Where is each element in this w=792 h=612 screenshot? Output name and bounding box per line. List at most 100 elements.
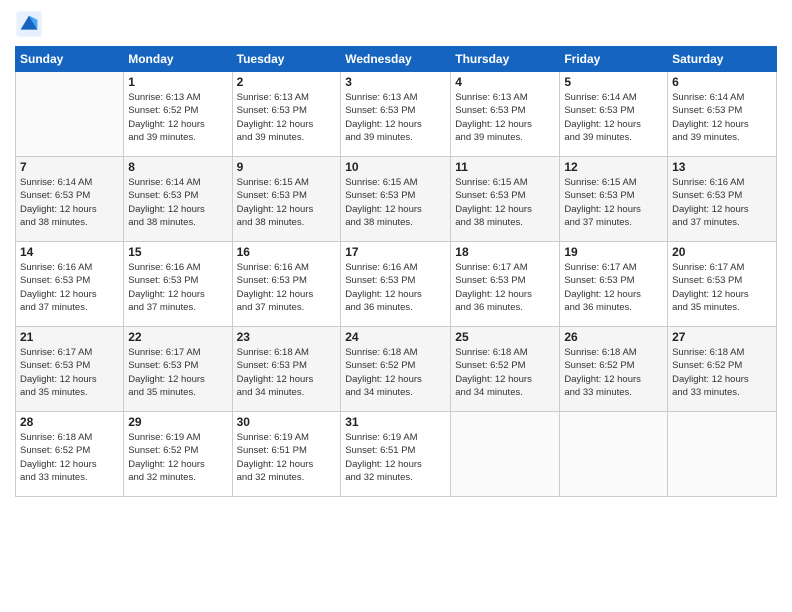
- day-number: 3: [345, 75, 446, 89]
- day-info: Sunrise: 6:17 AMSunset: 6:53 PMDaylight:…: [672, 261, 772, 314]
- calendar-cell: 29 Sunrise: 6:19 AMSunset: 6:52 PMDayligh…: [124, 412, 232, 497]
- weekday-header-friday: Friday: [560, 47, 668, 72]
- day-number: 9: [237, 160, 337, 174]
- day-info: Sunrise: 6:17 AMSunset: 6:53 PMDaylight:…: [455, 261, 555, 314]
- day-info: Sunrise: 6:19 AMSunset: 6:51 PMDaylight:…: [237, 431, 337, 484]
- calendar-header-row: SundayMondayTuesdayWednesdayThursdayFrid…: [16, 47, 777, 72]
- logo-icon: [15, 10, 43, 38]
- day-number: 8: [128, 160, 227, 174]
- calendar-cell: 24Sunrise: 6:18 AMSunset: 6:52 PMDayligh…: [341, 327, 451, 412]
- day-number: 18: [455, 245, 555, 259]
- weekday-header-thursday: Thursday: [451, 47, 560, 72]
- calendar-cell: 22 Sunrise: 6:17 AMSunset: 6:53 PMDayligh…: [124, 327, 232, 412]
- day-number: 14: [20, 245, 119, 259]
- calendar-cell: 4 Sunrise: 6:13 AMSunset: 6:53 PMDaylight…: [451, 72, 560, 157]
- day-info: Sunrise: 6:14 AMSunset: 6:53 PMDaylight:…: [564, 91, 663, 144]
- day-number: 29: [128, 415, 227, 429]
- day-number: 27: [672, 330, 772, 344]
- day-info: Sunrise: 6:19 AMSunset: 6:52 PMDaylight:…: [128, 431, 227, 484]
- calendar-week-row: 21 Sunrise: 6:17 AMSunset: 6:53 PMDayligh…: [16, 327, 777, 412]
- logo: [15, 10, 47, 38]
- calendar-cell: 30 Sunrise: 6:19 AMSunset: 6:51 PMDayligh…: [232, 412, 341, 497]
- weekday-header-tuesday: Tuesday: [232, 47, 341, 72]
- weekday-header-wednesday: Wednesday: [341, 47, 451, 72]
- calendar-cell: [560, 412, 668, 497]
- day-number: 7: [20, 160, 119, 174]
- calendar-cell: 14 Sunrise: 6:16 AMSunset: 6:53 PMDayligh…: [16, 242, 124, 327]
- day-number: 11: [455, 160, 555, 174]
- day-info: Sunrise: 6:13 AMSunset: 6:53 PMDaylight:…: [345, 91, 446, 144]
- day-info: Sunrise: 6:15 AMSunset: 6:53 PMDaylight:…: [345, 176, 446, 229]
- day-info: Sunrise: 6:18 AMSunset: 6:52 PMDaylight:…: [20, 431, 119, 484]
- day-info: Sunrise: 6:16 AMSunset: 6:53 PMDaylight:…: [237, 261, 337, 314]
- day-number: 21: [20, 330, 119, 344]
- day-info: Sunrise: 6:18 AMSunset: 6:52 PMDaylight:…: [455, 346, 555, 399]
- calendar-cell: 12 Sunrise: 6:15 AMSunset: 6:53 PMDayligh…: [560, 157, 668, 242]
- calendar-cell: 16Sunrise: 6:16 AMSunset: 6:53 PMDayligh…: [232, 242, 341, 327]
- calendar-cell: 13Sunrise: 6:16 AMSunset: 6:53 PMDayligh…: [668, 157, 777, 242]
- day-info: Sunrise: 6:14 AMSunset: 6:53 PMDaylight:…: [672, 91, 772, 144]
- day-number: 19: [564, 245, 663, 259]
- day-number: 12: [564, 160, 663, 174]
- day-number: 28: [20, 415, 119, 429]
- calendar-week-row: 7 Sunrise: 6:14 AMSunset: 6:53 PMDaylight…: [16, 157, 777, 242]
- day-info: Sunrise: 6:18 AMSunset: 6:52 PMDaylight:…: [345, 346, 446, 399]
- calendar-cell: 31 Sunrise: 6:19 AMSunset: 6:51 PMDayligh…: [341, 412, 451, 497]
- calendar-cell: 27 Sunrise: 6:18 AMSunset: 6:52 PMDayligh…: [668, 327, 777, 412]
- day-number: 10: [345, 160, 446, 174]
- calendar-cell: 15Sunrise: 6:16 AMSunset: 6:53 PMDayligh…: [124, 242, 232, 327]
- day-number: 15: [128, 245, 227, 259]
- calendar-cell: 6Sunrise: 6:14 AMSunset: 6:53 PMDaylight…: [668, 72, 777, 157]
- calendar-cell: 9 Sunrise: 6:15 AMSunset: 6:53 PMDaylight…: [232, 157, 341, 242]
- day-info: Sunrise: 6:14 AMSunset: 6:53 PMDaylight:…: [128, 176, 227, 229]
- calendar-cell: 8 Sunrise: 6:14 AMSunset: 6:53 PMDaylight…: [124, 157, 232, 242]
- weekday-header-saturday: Saturday: [668, 47, 777, 72]
- weekday-header-monday: Monday: [124, 47, 232, 72]
- calendar-cell: [668, 412, 777, 497]
- day-info: Sunrise: 6:16 AMSunset: 6:53 PMDaylight:…: [20, 261, 119, 314]
- day-number: 23: [237, 330, 337, 344]
- calendar-cell: 26 Sunrise: 6:18 AMSunset: 6:52 PMDayligh…: [560, 327, 668, 412]
- calendar-week-row: 1 Sunrise: 6:13 AMSunset: 6:52 PMDaylight…: [16, 72, 777, 157]
- calendar-week-row: 28 Sunrise: 6:18 AMSunset: 6:52 PMDayligh…: [16, 412, 777, 497]
- day-info: Sunrise: 6:17 AMSunset: 6:53 PMDaylight:…: [20, 346, 119, 399]
- calendar-week-row: 14 Sunrise: 6:16 AMSunset: 6:53 PMDayligh…: [16, 242, 777, 327]
- calendar-cell: 5Sunrise: 6:14 AMSunset: 6:53 PMDaylight…: [560, 72, 668, 157]
- day-info: Sunrise: 6:14 AMSunset: 6:53 PMDaylight:…: [20, 176, 119, 229]
- day-number: 25: [455, 330, 555, 344]
- day-info: Sunrise: 6:15 AMSunset: 6:53 PMDaylight:…: [564, 176, 663, 229]
- day-info: Sunrise: 6:13 AMSunset: 6:53 PMDaylight:…: [455, 91, 555, 144]
- calendar-cell: [451, 412, 560, 497]
- day-info: Sunrise: 6:15 AMSunset: 6:53 PMDaylight:…: [455, 176, 555, 229]
- day-number: 1: [128, 75, 227, 89]
- day-number: 30: [237, 415, 337, 429]
- day-info: Sunrise: 6:15 AMSunset: 6:53 PMDaylight:…: [237, 176, 337, 229]
- day-info: Sunrise: 6:13 AMSunset: 6:52 PMDaylight:…: [128, 91, 227, 144]
- day-number: 20: [672, 245, 772, 259]
- calendar-cell: 7 Sunrise: 6:14 AMSunset: 6:53 PMDaylight…: [16, 157, 124, 242]
- day-number: 4: [455, 75, 555, 89]
- calendar-cell: 23Sunrise: 6:18 AMSunset: 6:53 PMDayligh…: [232, 327, 341, 412]
- day-number: 31: [345, 415, 446, 429]
- calendar-cell: [16, 72, 124, 157]
- calendar-cell: 21 Sunrise: 6:17 AMSunset: 6:53 PMDayligh…: [16, 327, 124, 412]
- calendar-cell: 17Sunrise: 6:16 AMSunset: 6:53 PMDayligh…: [341, 242, 451, 327]
- day-info: Sunrise: 6:17 AMSunset: 6:53 PMDaylight:…: [128, 346, 227, 399]
- header: [15, 10, 777, 38]
- day-number: 17: [345, 245, 446, 259]
- day-info: Sunrise: 6:19 AMSunset: 6:51 PMDaylight:…: [345, 431, 446, 484]
- day-info: Sunrise: 6:18 AMSunset: 6:52 PMDaylight:…: [564, 346, 663, 399]
- calendar-table: SundayMondayTuesdayWednesdayThursdayFrid…: [15, 46, 777, 497]
- page: SundayMondayTuesdayWednesdayThursdayFrid…: [0, 0, 792, 612]
- calendar-body: 1 Sunrise: 6:13 AMSunset: 6:52 PMDaylight…: [16, 72, 777, 497]
- calendar-cell: 20 Sunrise: 6:17 AMSunset: 6:53 PMDayligh…: [668, 242, 777, 327]
- day-info: Sunrise: 6:13 AMSunset: 6:53 PMDaylight:…: [237, 91, 337, 144]
- day-number: 22: [128, 330, 227, 344]
- calendar-cell: 11 Sunrise: 6:15 AMSunset: 6:53 PMDayligh…: [451, 157, 560, 242]
- calendar-cell: 1 Sunrise: 6:13 AMSunset: 6:52 PMDaylight…: [124, 72, 232, 157]
- day-number: 13: [672, 160, 772, 174]
- day-info: Sunrise: 6:18 AMSunset: 6:52 PMDaylight:…: [672, 346, 772, 399]
- calendar-cell: 3 Sunrise: 6:13 AMSunset: 6:53 PMDaylight…: [341, 72, 451, 157]
- day-number: 26: [564, 330, 663, 344]
- calendar-cell: 2Sunrise: 6:13 AMSunset: 6:53 PMDaylight…: [232, 72, 341, 157]
